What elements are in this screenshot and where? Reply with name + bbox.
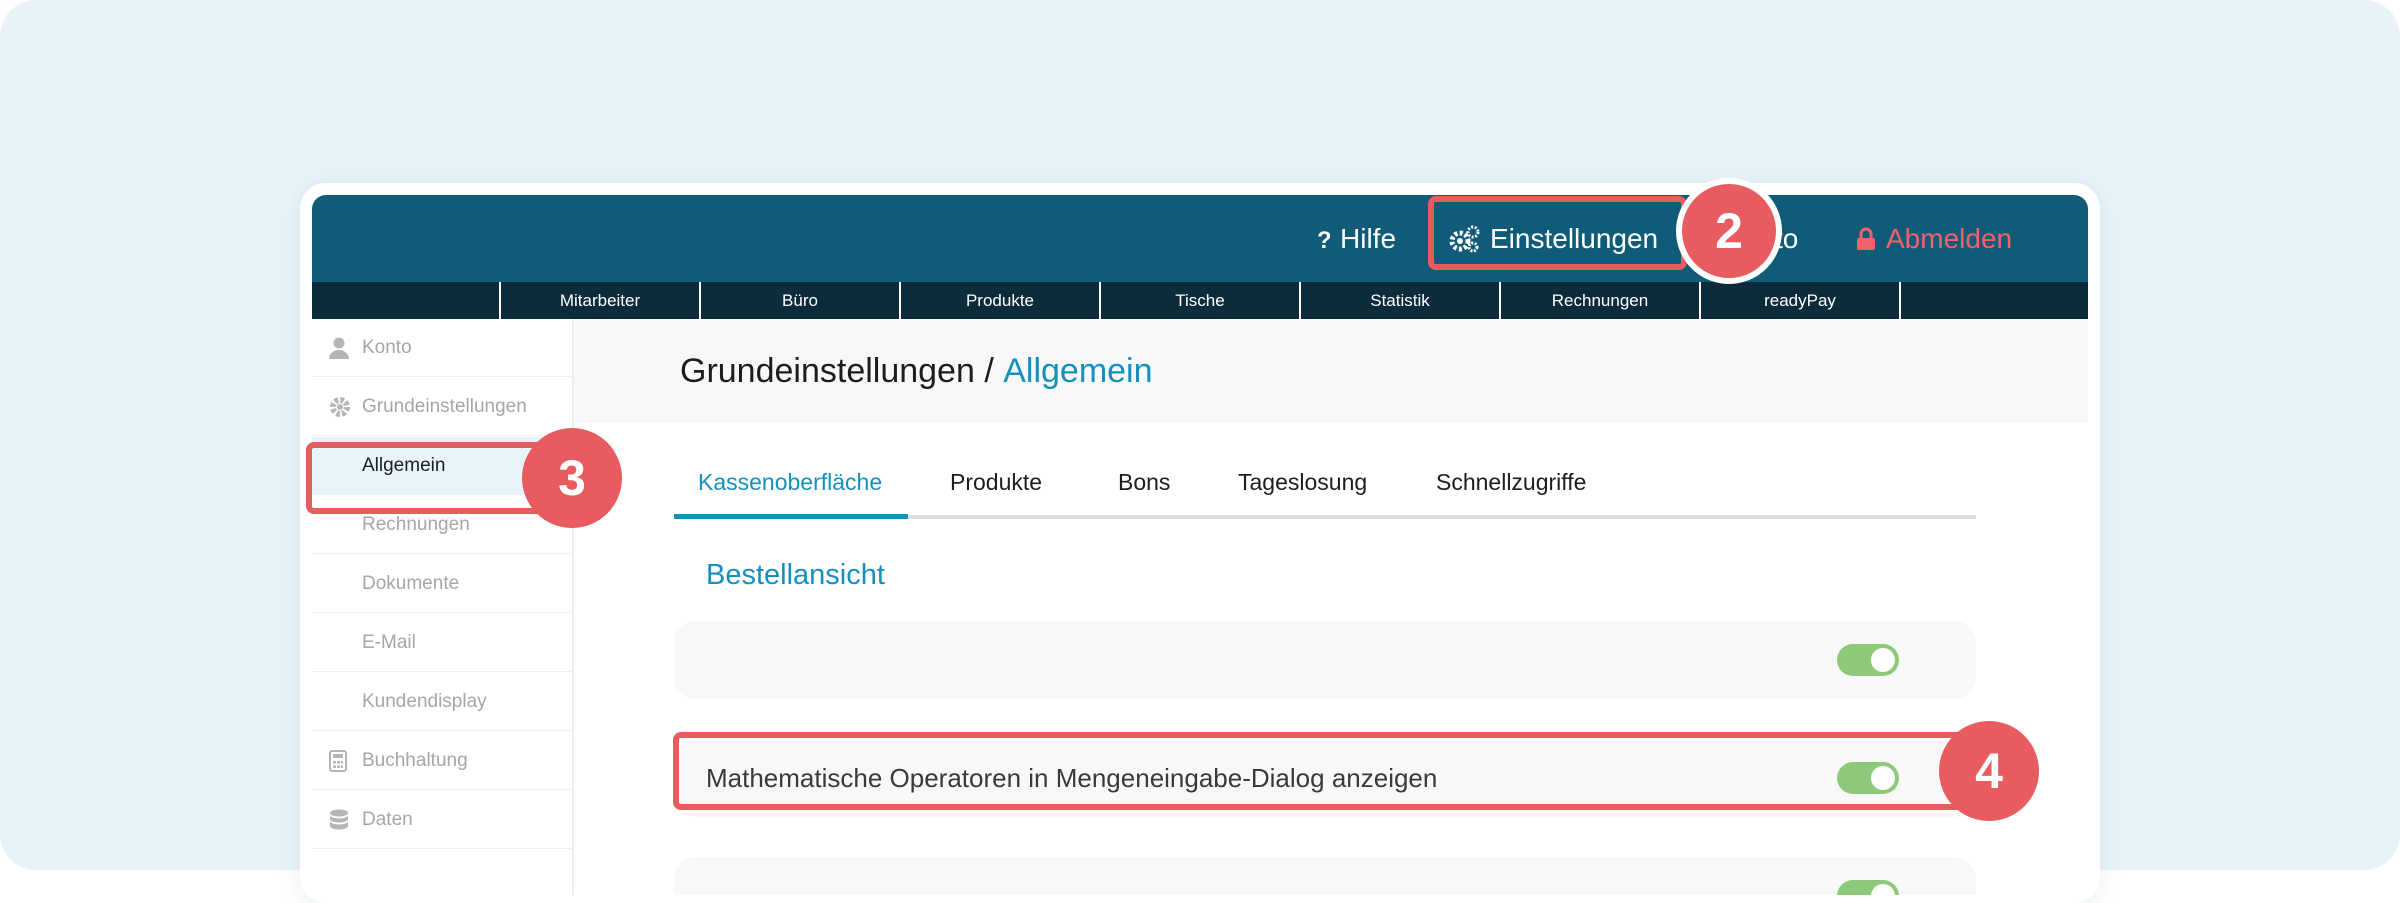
setting-row	[674, 857, 1976, 895]
highlight-allgemein	[306, 442, 558, 514]
highlight-math-operators	[673, 732, 1965, 810]
sidebar-item-label: Rechnungen	[362, 513, 470, 535]
sidebar-item-email[interactable]: E-Mail	[312, 614, 572, 672]
page-title: Grundeinstellungen / Allgemein	[680, 319, 1153, 423]
page-header: Grundeinstellungen / Allgemein	[574, 319, 2088, 423]
highlight-settings	[1428, 196, 1687, 270]
step-badge-3: 3	[522, 428, 622, 528]
sidebar-item-label: Buchhaltung	[362, 749, 468, 771]
setting-row	[674, 621, 1976, 699]
nav-item-produkte[interactable]: Produkte	[899, 282, 1099, 319]
help-label: Hilfe	[1340, 222, 1397, 254]
calculator-icon	[329, 749, 347, 772]
svg-text:?: ?	[1317, 227, 1330, 251]
toggle-knob	[1871, 884, 1895, 895]
nav-item-readypay[interactable]: readyPay	[1699, 282, 1899, 319]
sidebar-item-label: Konto	[362, 336, 412, 358]
logout-label: Abmelden	[1886, 222, 2013, 254]
sidebar-item-buchhaltung[interactable]: Buchhaltung	[312, 732, 572, 790]
tab-schnellzugriffe[interactable]: Schnellzugriffe	[1436, 449, 1586, 515]
step-badge-4: 4	[1939, 721, 2039, 821]
nav-item-mitarbeiter[interactable]: Mitarbeiter	[499, 282, 699, 319]
sidebar-item-kundendisplay[interactable]: Kundendisplay	[312, 673, 572, 731]
nav-item-statistik[interactable]: Statistik	[1299, 282, 1499, 319]
tab-kassenoberflaeche[interactable]: Kassenoberfläche	[698, 449, 882, 515]
sidebar: Konto Grundeinstellungen Allgemein Rechn…	[312, 319, 574, 895]
nav-item-rechnungen[interactable]: Rechnungen	[1499, 282, 1699, 319]
sidebar-item-dokumente[interactable]: Dokumente	[312, 555, 572, 613]
main-nav: Mitarbeiter Büro Produkte Tische Statist…	[312, 282, 2088, 319]
page-title-prefix: Grundeinstellungen /	[680, 351, 1004, 390]
database-icon	[330, 809, 348, 829]
sidebar-item-daten[interactable]: Daten	[312, 791, 572, 849]
sidebar-item-konto[interactable]: Konto	[312, 319, 572, 377]
help-link[interactable]: ? Hilfe	[1316, 195, 1396, 282]
toggle-knob	[1871, 648, 1895, 672]
section-title: Bestellansicht	[706, 559, 885, 591]
sidebar-item-label: Dokumente	[362, 572, 460, 594]
step-badge-2: 2	[1676, 178, 1782, 284]
sidebar-item-label: Grundeinstellungen	[362, 395, 527, 417]
tab-bar: Kassenoberfläche Produkte Bons Tageslosu…	[674, 449, 1976, 521]
sidebar-item-grundeinstellungen[interactable]: Grundeinstellungen	[312, 378, 572, 436]
tab-bons[interactable]: Bons	[1118, 449, 1170, 515]
top-bar: ? Hilfe Einstellungen to Abmelden	[312, 195, 2088, 282]
page-title-accent: Allgemein	[1003, 351, 1153, 390]
sidebar-item-label: Kundendisplay	[362, 690, 487, 712]
nav-item-buero[interactable]: Büro	[699, 282, 899, 319]
question-icon: ?	[1317, 227, 1330, 251]
setting-toggle[interactable]	[1837, 644, 1899, 676]
nav-divider	[1899, 282, 1901, 319]
setting-toggle[interactable]	[1837, 880, 1899, 895]
gear-icon	[330, 396, 350, 417]
nav-item-tische[interactable]: Tische	[1099, 282, 1299, 319]
lock-icon	[1857, 227, 1875, 250]
sidebar-item-label: Daten	[362, 808, 413, 830]
logout-link[interactable]: Abmelden	[1856, 195, 2012, 282]
sidebar-item-label: E-Mail	[362, 631, 416, 653]
tab-produkte[interactable]: Produkte	[950, 449, 1042, 515]
user-icon	[329, 337, 349, 359]
tab-active-indicator	[674, 514, 908, 519]
tab-tageslosung[interactable]: Tageslosung	[1238, 449, 1367, 515]
